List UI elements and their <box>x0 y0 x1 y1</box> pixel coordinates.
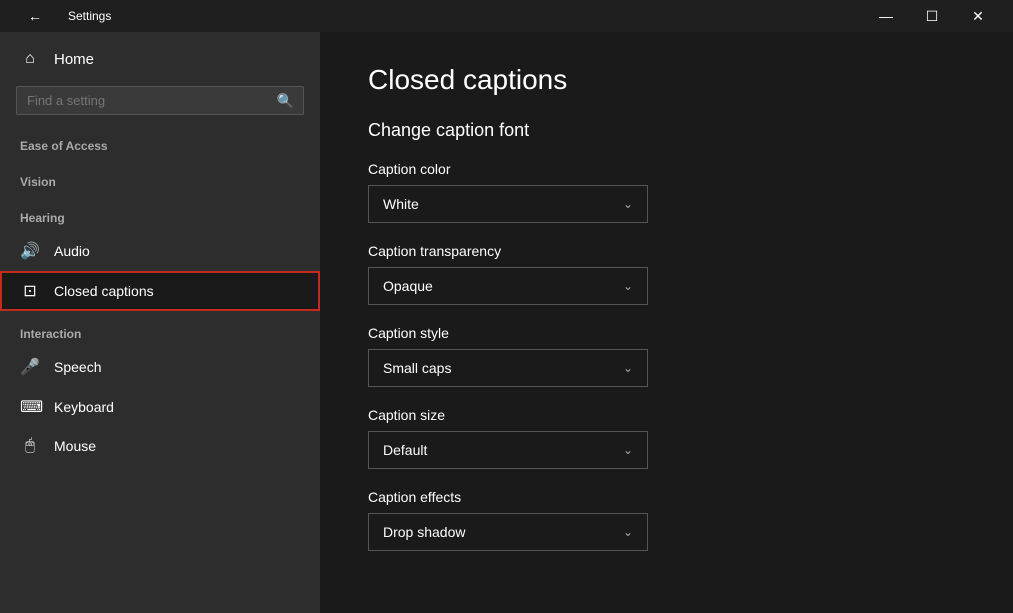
keyboard-icon: ⌨ <box>20 397 40 417</box>
section-vision: Vision <box>0 159 320 195</box>
speech-icon: 🎤 <box>20 357 40 377</box>
sidebar-item-speech[interactable]: 🎤 Speech <box>0 347 320 387</box>
sidebar-home-label: Home <box>54 51 94 68</box>
mouse-icon: 🖱 <box>20 437 40 455</box>
closed-captions-icon: ⊡ <box>20 281 40 301</box>
dropdown-caption-effects-value: Drop shadow <box>383 524 466 540</box>
field-caption-transparency: Caption transparency Opaque ⌄ <box>368 243 965 305</box>
field-caption-size: Caption size Default ⌄ <box>368 407 965 469</box>
label-caption-style: Caption style <box>368 325 965 341</box>
search-input[interactable] <box>16 86 304 115</box>
chevron-down-icon: ⌄ <box>623 525 633 539</box>
dropdown-caption-style-value: Small caps <box>383 360 451 376</box>
chevron-down-icon: ⌄ <box>623 361 633 375</box>
title-bar: ← Settings — ☐ ✕ <box>0 0 1013 32</box>
sidebar-item-keyboard-label: Keyboard <box>54 399 114 415</box>
sidebar-item-closed-captions-label: Closed captions <box>54 283 154 299</box>
audio-icon: 🔊 <box>20 241 40 261</box>
dropdown-caption-size-value: Default <box>383 442 427 458</box>
section-subtitle: Change caption font <box>368 120 965 141</box>
search-container: 🔍 <box>0 78 320 123</box>
sidebar: ⌂ Home 🔍 Ease of Access Vision Hearing 🔊… <box>0 32 320 613</box>
sidebar-item-mouse-label: Mouse <box>54 438 96 454</box>
title-bar-controls: — ☐ ✕ <box>863 0 1001 32</box>
field-caption-color: Caption color White ⌄ <box>368 161 965 223</box>
label-caption-transparency: Caption transparency <box>368 243 965 259</box>
sidebar-item-home[interactable]: ⌂ Home <box>0 40 320 78</box>
sidebar-item-keyboard[interactable]: ⌨ Keyboard <box>0 387 320 427</box>
main-layout: ⌂ Home 🔍 Ease of Access Vision Hearing 🔊… <box>0 32 1013 613</box>
sidebar-item-mouse[interactable]: 🖱 Mouse <box>0 427 320 465</box>
sidebar-item-speech-label: Speech <box>54 359 101 375</box>
dropdown-caption-color-value: White <box>383 196 419 212</box>
close-button[interactable]: ✕ <box>955 0 1001 32</box>
dropdown-caption-effects[interactable]: Drop shadow ⌄ <box>368 513 648 551</box>
home-icon: ⌂ <box>20 50 40 68</box>
dropdown-caption-transparency[interactable]: Opaque ⌄ <box>368 267 648 305</box>
back-button[interactable]: ← <box>12 0 58 32</box>
field-caption-style: Caption style Small caps ⌄ <box>368 325 965 387</box>
chevron-down-icon: ⌄ <box>623 197 633 211</box>
content-area: Closed captions Change caption font Capt… <box>320 32 1013 613</box>
title-bar-left: ← Settings <box>12 0 111 32</box>
sidebar-item-closed-captions[interactable]: ⊡ Closed captions <box>0 271 320 311</box>
page-title: Closed captions <box>368 64 965 96</box>
dropdown-caption-size[interactable]: Default ⌄ <box>368 431 648 469</box>
section-ease-of-access: Ease of Access <box>0 123 320 159</box>
dropdown-caption-style[interactable]: Small caps ⌄ <box>368 349 648 387</box>
chevron-down-icon: ⌄ <box>623 279 633 293</box>
sidebar-item-audio-label: Audio <box>54 243 90 259</box>
field-caption-effects: Caption effects Drop shadow ⌄ <box>368 489 965 551</box>
label-caption-size: Caption size <box>368 407 965 423</box>
label-caption-effects: Caption effects <box>368 489 965 505</box>
label-caption-color: Caption color <box>368 161 965 177</box>
dropdown-caption-color[interactable]: White ⌄ <box>368 185 648 223</box>
section-interaction: Interaction <box>0 311 320 347</box>
section-hearing: Hearing <box>0 195 320 231</box>
dropdown-caption-transparency-value: Opaque <box>383 278 433 294</box>
maximize-button[interactable]: ☐ <box>909 0 955 32</box>
sidebar-item-audio[interactable]: 🔊 Audio <box>0 231 320 271</box>
search-icon: 🔍 <box>277 92 294 109</box>
chevron-down-icon: ⌄ <box>623 443 633 457</box>
title-bar-title: Settings <box>68 9 111 23</box>
minimize-button[interactable]: — <box>863 0 909 32</box>
